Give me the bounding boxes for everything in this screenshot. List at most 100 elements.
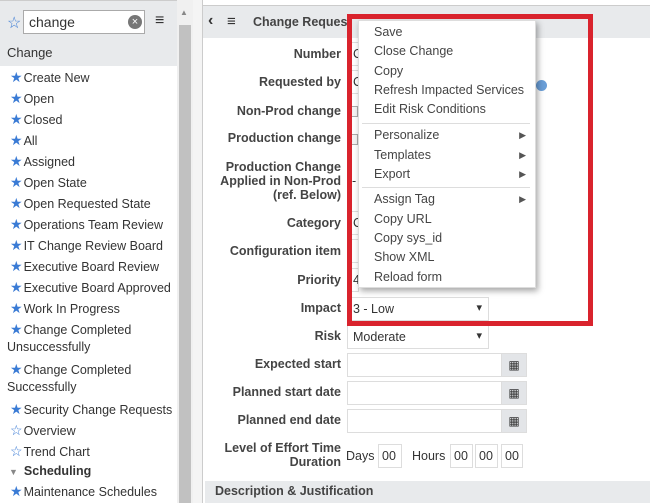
days-label: Days: [346, 449, 375, 463]
module-item-label-continued[interactable]: Successfully: [7, 380, 76, 394]
module-item[interactable]: ★Executive Board Approved: [10, 279, 171, 296]
favorite-star-outline-icon[interactable]: ☆: [10, 443, 23, 459]
module-item[interactable]: ★Create New: [10, 69, 90, 86]
module-item[interactable]: ★Open State: [10, 174, 87, 191]
label-pca-line2: Applied in Non-Prod: [220, 174, 341, 188]
module-item-label: Closed: [23, 113, 63, 127]
favorite-star-filled-icon[interactable]: ★: [10, 361, 23, 377]
module-item[interactable]: ★Closed: [10, 111, 62, 128]
module-item-label: Create New: [23, 71, 90, 85]
module-item[interactable]: ★IT Change Review Board: [10, 237, 163, 254]
hamburger-menu-icon[interactable]: ≡: [155, 12, 164, 30]
module-item-label: Overview: [23, 424, 76, 438]
module-item-label: Work In Progress: [23, 302, 120, 316]
clear-search-icon[interactable]: ×: [128, 15, 142, 29]
label-planned-start: Planned start date: [232, 385, 341, 399]
favorite-star-filled-icon[interactable]: ★: [10, 111, 23, 127]
module-item[interactable]: ★Assigned: [10, 153, 75, 170]
label-loe-line2: Duration: [289, 455, 341, 469]
navigator-sidebar: ☆ change × ≡ Change ★Create New ★Open ★Clo…: [0, 0, 193, 503]
favorite-star-outline-icon[interactable]: ☆: [10, 422, 23, 438]
module-item-label: All: [23, 134, 38, 148]
filter-navigator-input[interactable]: change: [23, 10, 145, 34]
module-item[interactable]: ★Change Completed: [10, 361, 131, 378]
module-item[interactable]: ★Work In Progress: [10, 300, 120, 317]
hours-input[interactable]: 00: [450, 444, 473, 468]
favorite-star-filled-icon[interactable]: ★: [10, 321, 23, 337]
risk-value: Moderate: [353, 330, 406, 344]
favorite-star-filled-icon[interactable]: ★: [10, 69, 23, 85]
minutes-input[interactable]: 00: [475, 444, 498, 468]
label-configuration-item: Configuration item: [229, 244, 341, 258]
module-group-label: Scheduling: [23, 464, 92, 478]
module-item[interactable]: ★Change Completed: [10, 321, 131, 338]
favorite-star-filled-icon[interactable]: ★: [10, 195, 23, 211]
favorite-star-filled-icon[interactable]: ★: [10, 132, 23, 148]
seconds-input[interactable]: 00: [501, 444, 523, 468]
favorite-star-filled-icon[interactable]: ★: [10, 258, 23, 274]
favorite-star-filled-icon[interactable]: ★: [10, 90, 23, 106]
favorite-star-filled-icon[interactable]: ★: [10, 216, 23, 232]
module-group-scheduling[interactable]: ▼ Scheduling: [9, 464, 91, 478]
module-item-label: Open Requested State: [23, 197, 151, 211]
module-item[interactable]: ☆Trend Chart: [10, 443, 90, 460]
planned-start-field[interactable]: [347, 381, 502, 405]
module-section-header[interactable]: Change: [0, 40, 177, 66]
back-chevron-icon[interactable]: ‹: [208, 12, 213, 30]
module-item-label: Change Completed: [23, 323, 132, 337]
label-category: Category: [286, 216, 341, 230]
module-item-label: Assigned: [23, 155, 75, 169]
label-production-change: Production change: [227, 131, 341, 145]
expected-start-field[interactable]: [347, 353, 502, 377]
module-item[interactable]: ★Security Change Requests: [10, 401, 172, 418]
label-number: Number: [293, 47, 341, 61]
module-item[interactable]: ★Operations Team Review: [10, 216, 163, 233]
module-item-label: Executive Board Approved: [23, 281, 171, 295]
scrollbar-thumb[interactable]: [179, 25, 191, 503]
label-impact: Impact: [300, 301, 341, 315]
module-item-label: Operations Team Review: [23, 218, 163, 232]
label-risk: Risk: [314, 329, 341, 343]
label-pca-line3: (ref. Below): [272, 188, 341, 202]
module-item-label: Executive Board Review: [23, 260, 160, 274]
module-item[interactable]: ★Open: [10, 90, 54, 107]
favorite-star-filled-icon[interactable]: ★: [10, 279, 23, 295]
favorite-star-filled-icon[interactable]: ★: [10, 237, 23, 253]
label-pca-line1: Production Change: [225, 160, 341, 174]
calendar-icon[interactable]: ▦: [501, 353, 527, 377]
risk-select[interactable]: Moderate: [347, 325, 489, 349]
calendar-icon[interactable]: ▦: [501, 381, 527, 405]
module-item-label: Maintenance Schedules: [23, 485, 157, 499]
highlight-annotation-box: [347, 14, 593, 326]
favorite-star-filled-icon[interactable]: ★: [10, 483, 23, 499]
planned-end-field[interactable]: [347, 409, 502, 433]
module-item[interactable]: ★Open Requested State: [10, 195, 151, 212]
form-menu-icon[interactable]: ≡: [227, 13, 236, 30]
hours-label: Hours: [412, 449, 446, 463]
module-item-label: IT Change Review Board: [23, 239, 163, 253]
favorite-star-filled-icon[interactable]: ★: [10, 153, 23, 169]
module-item[interactable]: ☆Overview: [10, 422, 76, 439]
module-item[interactable]: ★All: [10, 132, 37, 149]
label-planned-end: Planned end date: [237, 413, 342, 427]
form-title: Change Request: [253, 15, 352, 29]
module-item[interactable]: ★Maintenance Schedules: [10, 483, 157, 500]
module-item[interactable]: ★Executive Board Review: [10, 258, 159, 275]
favorites-star-icon[interactable]: ☆: [7, 13, 21, 33]
module-item-label-continued[interactable]: Unsuccessfully: [7, 340, 90, 354]
module-item-label: Open: [23, 92, 55, 106]
label-requested-by: Requested by: [259, 75, 341, 89]
label-priority: Priority: [297, 273, 341, 287]
favorite-star-filled-icon[interactable]: ★: [10, 401, 23, 417]
module-item-label: Security Change Requests: [23, 403, 173, 417]
label-non-prod-change: Non-Prod change: [236, 104, 341, 118]
favorite-star-filled-icon[interactable]: ★: [10, 300, 23, 316]
label-expected-start: Expected start: [254, 357, 341, 371]
description-section-header[interactable]: Description & Justification: [205, 481, 650, 503]
calendar-icon[interactable]: ▦: [501, 409, 527, 433]
scroll-up-arrow-icon[interactable]: ▲: [180, 8, 188, 17]
pane-divider[interactable]: [193, 0, 203, 503]
label-loe-line1: Level of Effort Time: [224, 441, 341, 455]
days-input[interactable]: 00: [378, 444, 402, 468]
favorite-star-filled-icon[interactable]: ★: [10, 174, 23, 190]
